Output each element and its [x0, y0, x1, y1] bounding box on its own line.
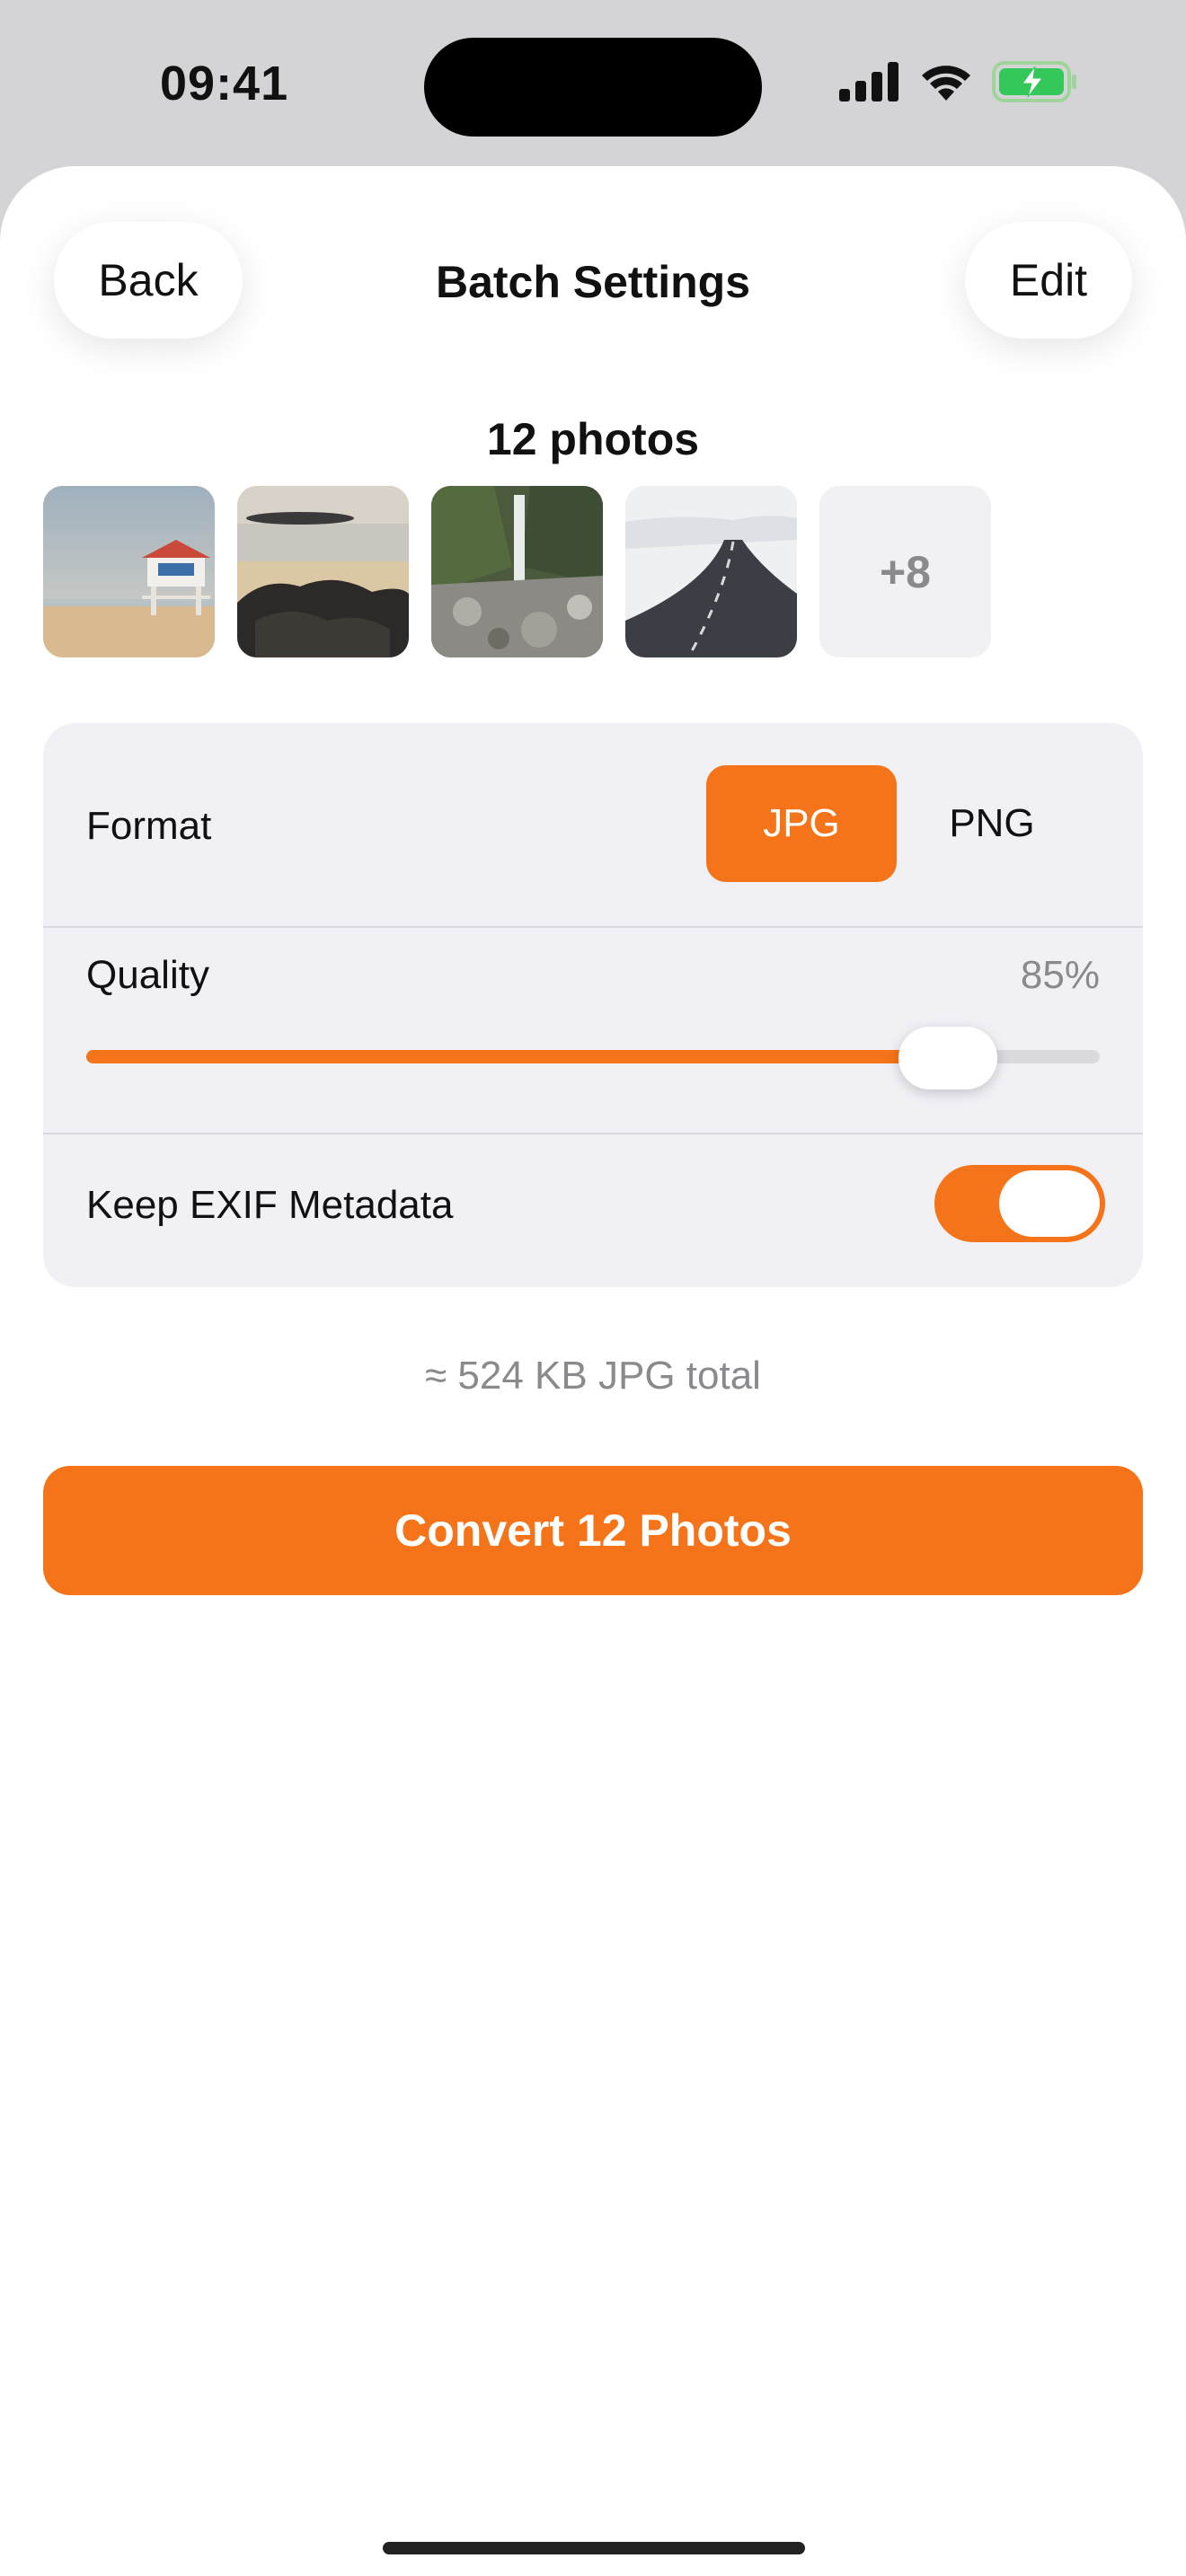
status-icons [839, 61, 1078, 107]
size-estimate: ≈ 524 KB JPG total [425, 1354, 761, 1398]
format-option-jpg[interactable]: JPG [706, 765, 897, 882]
status-time: 09:41 [160, 57, 289, 110]
status-bar: 09:41 [0, 0, 1186, 171]
quality-value: 85% [1020, 953, 1100, 997]
convert-button[interactable]: Convert 12 Photos [43, 1466, 1143, 1595]
format-label: Format [86, 804, 212, 848]
app-screen: 09:41 Back Batch Settings Edit 12 photos… [0, 0, 1186, 2576]
home-indicator [383, 2542, 805, 2554]
exif-label: Keep EXIF Metadata [86, 1183, 454, 1227]
photo-thumbnails: +8 [43, 486, 991, 657]
wifi-icon [918, 61, 974, 107]
dynamic-island [424, 38, 762, 137]
quality-slider-fill [86, 1050, 948, 1063]
quality-label: Quality [86, 953, 209, 997]
more-photos-tile[interactable]: +8 [819, 486, 991, 657]
divider [43, 1133, 1143, 1134]
exif-toggle[interactable] [934, 1165, 1105, 1242]
thumbnail-rocky-shore[interactable] [237, 486, 409, 657]
exif-toggle-knob [999, 1170, 1100, 1237]
batch-settings-sheet: Back Batch Settings Edit 12 photos +8 Fo… [0, 166, 1186, 2576]
photo-count-label: 12 photos [486, 414, 700, 464]
format-option-png[interactable]: PNG [897, 765, 1087, 882]
cellular-signal-icon [839, 62, 900, 106]
battery-charging-icon [992, 61, 1078, 107]
quality-slider-thumb[interactable] [898, 1027, 997, 1090]
divider [43, 926, 1143, 928]
edit-button[interactable]: Edit [965, 222, 1132, 339]
thumbnail-lifeguard-tower[interactable] [43, 486, 215, 657]
thumbnail-mountain-waterfall[interactable] [431, 486, 603, 657]
settings-card: Format JPG PNG Quality 85% Keep EXIF Met… [43, 723, 1143, 1287]
thumbnail-snowy-road[interactable] [625, 486, 797, 657]
